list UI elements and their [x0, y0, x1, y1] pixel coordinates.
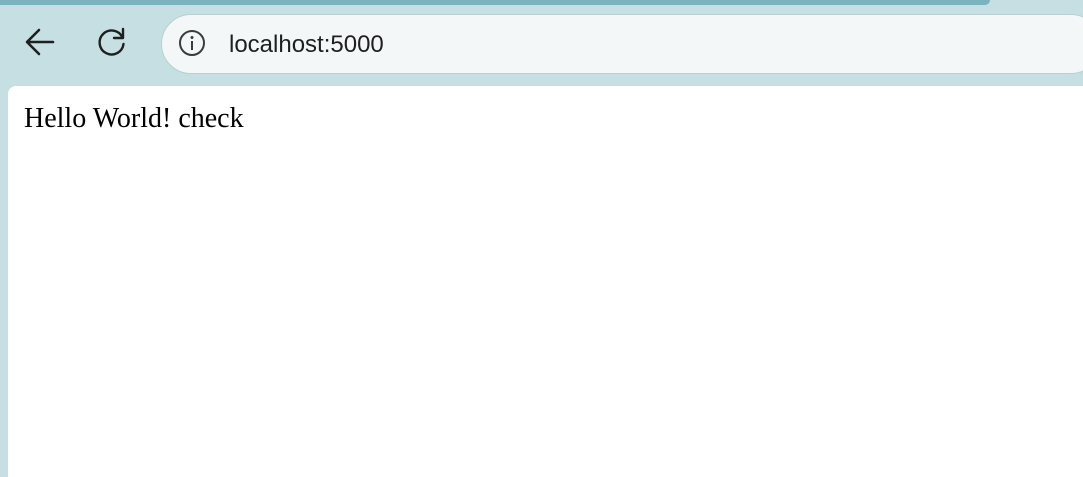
arrow-left-icon: [23, 25, 57, 63]
browser-window: localhost:5000 Hello World! check: [0, 0, 1083, 477]
info-icon: [177, 28, 207, 62]
reload-button[interactable]: [90, 22, 134, 66]
back-button[interactable]: [18, 22, 62, 66]
page-body-text: Hello World! check: [24, 103, 244, 134]
page-viewport: Hello World! check: [8, 86, 1083, 477]
browser-toolbar: localhost:5000: [0, 5, 1083, 85]
site-info-button[interactable]: [176, 29, 208, 61]
url-text[interactable]: localhost:5000: [229, 31, 384, 59]
reload-icon: [95, 25, 129, 63]
address-bar[interactable]: localhost:5000: [161, 14, 1083, 74]
